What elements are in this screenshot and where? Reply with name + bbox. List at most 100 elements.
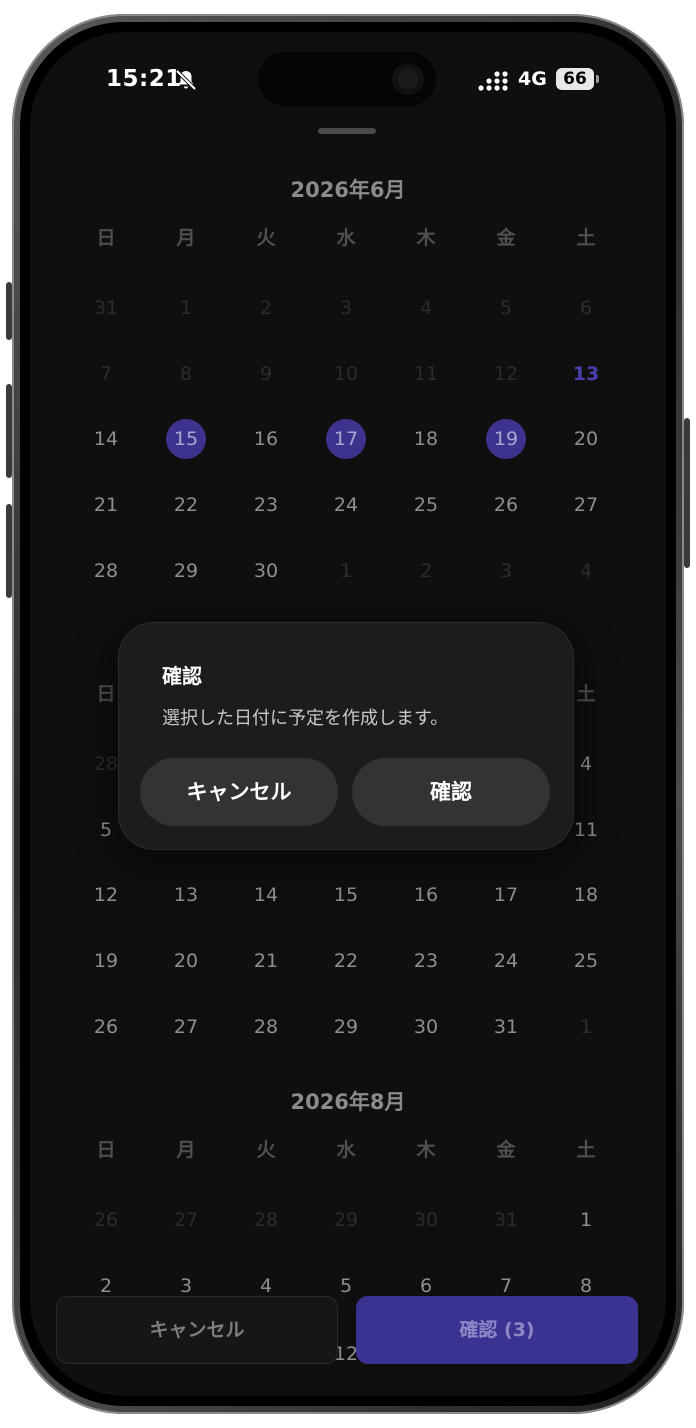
calendar-day[interactable]: 15	[306, 875, 386, 915]
week-row: 2829301234	[66, 551, 626, 591]
calendar-day[interactable]: 19	[66, 941, 146, 981]
week-row: 21 22 23 24 25 26 27	[66, 485, 626, 525]
calendar-day[interactable]: 2	[386, 551, 466, 591]
calendar-day[interactable]: 20	[146, 941, 226, 981]
weekday-label: 日	[96, 1139, 116, 1161]
calendar-day[interactable]: 30	[386, 1200, 466, 1240]
dialog-confirm-button[interactable]: 確認	[352, 758, 550, 826]
calendar-day[interactable]: 23	[386, 941, 466, 981]
calendar-day[interactable]: 27	[546, 485, 626, 525]
calendar-day[interactable]: 25	[546, 941, 626, 981]
battery-tip	[596, 75, 599, 83]
calendar-day-selected[interactable]: 15	[146, 419, 226, 459]
calendar-day[interactable]: 25	[386, 485, 466, 525]
calendar-day[interactable]: 4	[386, 288, 466, 328]
month-title: 2026年6月	[290, 178, 406, 202]
calendar-day[interactable]: 1	[146, 288, 226, 328]
week-row: 7 8 9 10 11 12 13	[66, 354, 626, 394]
calendar-day[interactable]: 16	[386, 875, 466, 915]
confirm-button[interactable]: 確認 (3)	[356, 1296, 638, 1364]
calendar-day[interactable]: 24	[306, 485, 386, 525]
calendar-day[interactable]: 26	[466, 485, 546, 525]
calendar-day[interactable]: 9	[226, 354, 306, 394]
bottom-action-bar: キャンセル 確認 (3)	[30, 1282, 666, 1382]
calendar-day[interactable]: 12	[466, 354, 546, 394]
calendar-day[interactable]: 31	[466, 1200, 546, 1240]
calendar-day[interactable]: 1	[306, 551, 386, 591]
calendar-day[interactable]: 3	[306, 288, 386, 328]
weekday-label: 火	[256, 227, 276, 249]
calendar-day[interactable]: 21	[66, 485, 146, 525]
calendar-day[interactable]: 11	[386, 354, 466, 394]
calendar-day[interactable]: 28	[226, 1200, 306, 1240]
calendar-day[interactable]: 31	[66, 288, 146, 328]
calendar-day[interactable]: 29	[306, 1007, 386, 1047]
bell-off-icon	[175, 69, 197, 91]
weekday-label: 土	[576, 227, 596, 249]
battery-icon: 66	[556, 68, 594, 90]
calendar-day[interactable]: 5	[466, 288, 546, 328]
calendar-day[interactable]: 22	[146, 485, 226, 525]
calendar-day[interactable]: 27	[146, 1007, 226, 1047]
calendar-day[interactable]: 18	[546, 875, 626, 915]
weekday-label: 水	[336, 1139, 356, 1161]
calendar-day-today[interactable]: 13	[546, 354, 626, 394]
signal-icon	[478, 71, 508, 91]
weekday-label: 水	[336, 227, 356, 249]
calendar-day-selected[interactable]: 17	[306, 419, 386, 459]
weekday-label: 木	[416, 1139, 436, 1161]
dynamic-island	[258, 52, 436, 106]
weekday-label: 金	[496, 1139, 516, 1161]
week-row: 19 20 21 22 23 24 25	[66, 941, 626, 981]
calendar-day[interactable]: 18	[386, 419, 466, 459]
weekday-header: 日月火水木金土	[66, 1130, 626, 1170]
screen: 15:21 4G 66 2026年6月日月火水木金土 31 1 2 3 4 5 6 7 8 9 10 1…	[30, 32, 666, 1396]
calendar-day[interactable]: 23	[226, 485, 306, 525]
calendar-day[interactable]: 28	[226, 1007, 306, 1047]
calendar-day[interactable]: 26	[66, 1007, 146, 1047]
calendar-day[interactable]: 29	[306, 1200, 386, 1240]
calendar-day[interactable]: 7	[66, 354, 146, 394]
action-button	[6, 282, 12, 340]
calendar-day[interactable]: 30	[386, 1007, 466, 1047]
calendar-day[interactable]: 13	[146, 875, 226, 915]
calendar-day[interactable]: 6	[546, 288, 626, 328]
calendar-day[interactable]: 1	[546, 1007, 626, 1047]
calendar-day[interactable]: 2	[226, 288, 306, 328]
calendar-day[interactable]: 29	[146, 551, 226, 591]
calendar-day[interactable]: 14	[66, 419, 146, 459]
calendar-day[interactable]: 16	[226, 419, 306, 459]
calendar-day[interactable]: 31	[466, 1007, 546, 1047]
calendar-day[interactable]: 3	[466, 551, 546, 591]
calendar-day-selected[interactable]: 19	[466, 419, 546, 459]
week-row: 26 27 28 29 30 31 1	[66, 1200, 626, 1240]
calendar-day[interactable]: 4	[546, 551, 626, 591]
calendar-day[interactable]: 30	[226, 551, 306, 591]
calendar-day[interactable]: 21	[226, 941, 306, 981]
calendar-day[interactable]: 28	[66, 551, 146, 591]
status-bar: 15:21 4G 66	[30, 32, 666, 128]
calendar-day-label: 15	[173, 428, 199, 450]
calendar-day[interactable]: 10	[306, 354, 386, 394]
calendar-day[interactable]: 20	[546, 419, 626, 459]
calendar-day[interactable]: 1	[546, 1200, 626, 1240]
cancel-button[interactable]: キャンセル	[56, 1296, 338, 1364]
sheet-drag-handle[interactable]	[318, 128, 376, 134]
weekday-label: 日	[96, 227, 116, 249]
calendar-day[interactable]: 22	[306, 941, 386, 981]
calendar-day[interactable]: 27	[146, 1200, 226, 1240]
week-row: 26 27 28 29 30 31 1	[66, 1007, 626, 1047]
calendar-day[interactable]: 26	[66, 1200, 146, 1240]
dialog-message: 選択した日付に予定を作成します。	[162, 708, 449, 729]
calendar-day[interactable]: 14	[226, 875, 306, 915]
dialog-cancel-button[interactable]: キャンセル	[140, 758, 338, 826]
weekday-label: 火	[256, 1139, 276, 1161]
calendar-day[interactable]: 24	[466, 941, 546, 981]
status-time: 15:21	[106, 66, 182, 92]
volume-up-button	[6, 384, 12, 478]
calendar-day[interactable]: 8	[146, 354, 226, 394]
calendar-day[interactable]: 12	[66, 875, 146, 915]
network-type: 4G	[518, 68, 547, 90]
calendar-day[interactable]: 17	[466, 875, 546, 915]
calendar-day-label: 19	[493, 428, 519, 450]
